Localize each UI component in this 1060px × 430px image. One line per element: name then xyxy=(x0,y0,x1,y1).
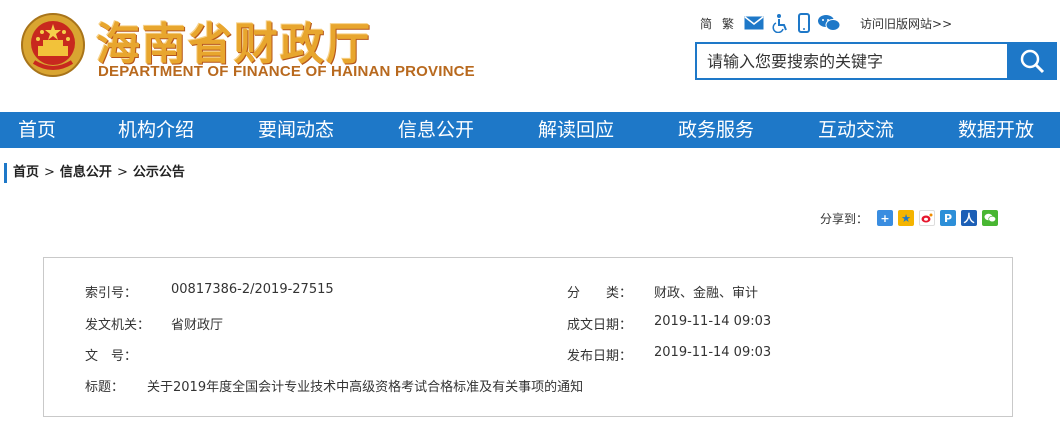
accessibility-icon[interactable] xyxy=(772,13,790,33)
wechat-share-icon[interactable] xyxy=(982,210,999,226)
top-toolbar: 简 繁 访问旧版网站>> xyxy=(700,12,952,34)
published-date-value: 2019-11-14 09:03 xyxy=(654,345,772,360)
created-date-row: 成文日期： 2019-11-14 09:03 xyxy=(567,314,771,333)
nav-item-interpretation[interactable]: 解读回应 xyxy=(538,112,614,148)
index-value: 00817386-2/2019-27515 xyxy=(171,282,334,297)
site-header: 海南省财政厅 DEPARTMENT OF FINANCE OF HAINAN P… xyxy=(0,0,1060,112)
simplified-chinese-link[interactable]: 简 xyxy=(700,15,712,32)
nav-item-open-data[interactable]: 数据开放 xyxy=(958,112,1034,148)
breadcrumb-home[interactable]: 首页 xyxy=(13,165,39,180)
breadcrumb-disclosure[interactable]: 信息公开 xyxy=(60,165,112,180)
renren-icon[interactable]: 人 xyxy=(961,210,978,226)
category-row: 分 类： 财政、金融、审计 xyxy=(567,282,758,301)
old-site-link[interactable]: 访问旧版网站>> xyxy=(860,15,952,32)
issuer-value: 省财政厅 xyxy=(171,318,224,333)
site-subtitle: DEPARTMENT OF FINANCE OF HAINAN PROVINCE xyxy=(98,63,475,80)
weibo-icon[interactable] xyxy=(919,210,936,226)
tencent-icon[interactable]: P xyxy=(940,210,957,226)
category-label: 分 类： xyxy=(567,286,633,301)
doc-title-label: 标题： xyxy=(85,380,125,395)
traditional-chinese-link[interactable]: 繁 xyxy=(722,15,734,32)
search-icon xyxy=(1020,49,1045,74)
issuer-label: 发文机关： xyxy=(85,318,151,333)
mobile-icon[interactable] xyxy=(798,13,811,33)
breadcrumb-separator: > xyxy=(44,165,55,180)
title-row: 标题： 关于2019年度全国会计专业技术中高级资格考试合格标准及有关事项的通知 xyxy=(85,376,583,395)
share-label: 分享到： xyxy=(820,211,869,226)
wechat-icon[interactable] xyxy=(818,14,841,32)
index-label: 索引号： xyxy=(85,286,138,301)
national-emblem-icon xyxy=(21,13,85,77)
breadcrumb: 首页 > 信息公开 > 公示公告 xyxy=(4,163,185,183)
created-date-value: 2019-11-14 09:03 xyxy=(654,314,772,329)
issuer-row: 发文机关： 省财政厅 xyxy=(85,314,223,333)
share-bar: 分享到： + ★ P 人 xyxy=(820,209,999,227)
created-date-label: 成文日期： xyxy=(567,318,633,333)
breadcrumb-separator: > xyxy=(116,165,128,180)
docno-label: 文 号： xyxy=(85,349,138,364)
search-input[interactable] xyxy=(695,42,1027,80)
nav-item-disclosure[interactable]: 信息公开 xyxy=(398,112,474,148)
document-info-box: 索引号： 00817386-2/2019-27515 分 类： 财政、金融、审计… xyxy=(43,257,1013,417)
qzone-icon[interactable]: ★ xyxy=(898,210,915,226)
plus-share-icon[interactable]: + xyxy=(877,210,894,226)
search-button[interactable] xyxy=(1007,42,1057,80)
published-date-row: 发布日期： 2019-11-14 09:03 xyxy=(567,345,771,364)
nav-item-home[interactable]: 首页 xyxy=(18,112,56,148)
nav-item-interaction[interactable]: 互动交流 xyxy=(818,112,894,148)
mail-icon[interactable] xyxy=(744,16,764,30)
doc-title-value: 关于2019年度全国会计专业技术中高级资格考试合格标准及有关事项的通知 xyxy=(147,380,584,395)
main-nav: 首页 机构介绍 要闻动态 信息公开 解读回应 政务服务 互动交流 数据开放 xyxy=(0,112,1060,148)
nav-item-news[interactable]: 要闻动态 xyxy=(258,112,334,148)
docno-row: 文 号： xyxy=(85,345,137,364)
breadcrumb-announcements[interactable]: 公示公告 xyxy=(133,165,185,180)
nav-item-services[interactable]: 政务服务 xyxy=(678,112,754,148)
nav-item-about[interactable]: 机构介绍 xyxy=(118,112,194,148)
published-date-label: 发布日期： xyxy=(567,349,633,364)
search-box xyxy=(695,42,1057,80)
category-value: 财政、金融、审计 xyxy=(654,286,759,301)
index-row: 索引号： 00817386-2/2019-27515 xyxy=(85,282,334,301)
